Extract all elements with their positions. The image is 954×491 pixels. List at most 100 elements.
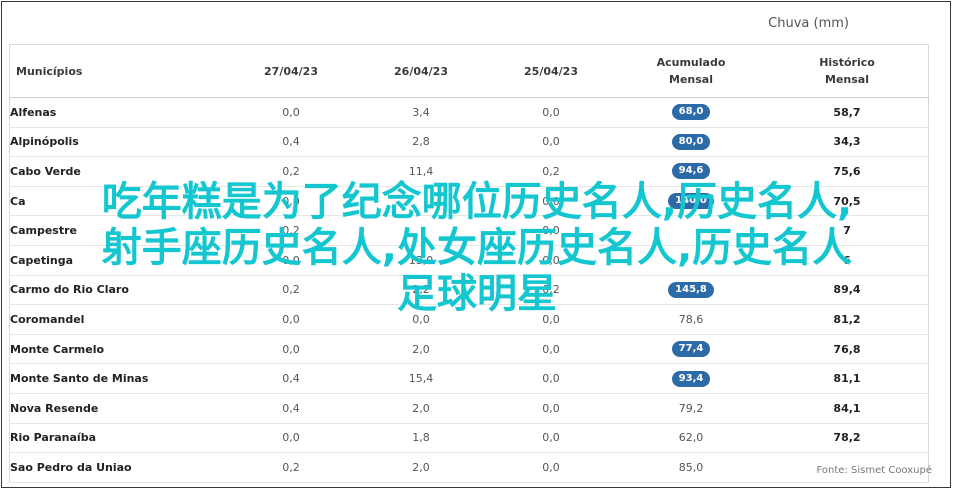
acumulado-badge: 93,4 [671, 370, 711, 387]
date-1-value: 0,2 [282, 460, 300, 474]
acumulado-cell: 80,0 [616, 127, 766, 158]
acumulado-badge: 68,0 [671, 104, 711, 121]
municipio-cell: Sao Pedro da Uniao [9, 452, 226, 483]
table-row: Alpinópolis 0,4 2,8 0,0 80,0 34,3 [9, 127, 929, 158]
acumulado-value: 79,2 [678, 401, 704, 415]
header-date-1: 27/04/23 [226, 44, 356, 98]
date-1-cell: 0,4 [226, 127, 356, 158]
acumulado-cell: 93,4 [616, 363, 766, 394]
historico-value: 76,8 [833, 342, 861, 356]
date-3-cell: 0,0 [486, 334, 616, 365]
date-1-cell: 0,4 [226, 393, 356, 424]
municipio-value: Rio Paranaíba [10, 431, 96, 445]
acumulado-cell: 68,0 [616, 97, 766, 128]
date-2-cell: 2,0 [356, 393, 486, 424]
header-date-2: 26/04/23 [356, 44, 486, 98]
date-2-cell: 3,4 [356, 97, 486, 128]
historico-value: 81,1 [833, 372, 861, 386]
acumulado-cell: 77,4 [616, 334, 766, 365]
date-2-cell: 1,8 [356, 423, 486, 454]
date-2-value: 15,4 [408, 372, 434, 386]
date-1-value: 0,0 [282, 342, 300, 356]
date-2-cell: 2,0 [356, 452, 486, 483]
date-3-value: 0,2 [542, 164, 560, 178]
municipio-cell: Rio Paranaíba [9, 423, 226, 454]
date-2-cell: 15,4 [356, 363, 486, 394]
date-2-value: 3,4 [412, 105, 430, 119]
acumulado-badge: 94,6 [671, 163, 711, 180]
overlay-line-2: 射手座历史名人,处女座历史名人,历史名人 [101, 225, 853, 271]
header-historico: Histórico Mensal [766, 44, 929, 98]
date-1-value: 0,4 [282, 372, 300, 386]
date-3-value: 0,0 [542, 460, 560, 474]
header-acumulado-line2: Mensal [669, 73, 713, 86]
acumulado-badge: 77,4 [671, 341, 711, 358]
date-1-cell: 0,4 [226, 363, 356, 394]
date-2-value: 1,8 [412, 431, 430, 445]
historico-cell: 34,3 [766, 127, 929, 158]
unit-label: Chuva (mm) [768, 16, 849, 31]
date-1-cell: 0,0 [226, 423, 356, 454]
date-1-value: 0,4 [282, 135, 300, 149]
historico-value: 58,7 [833, 105, 861, 119]
date-3-cell: 0,0 [486, 423, 616, 454]
header-historico-line2: Mensal [825, 73, 869, 86]
date-3-value: 0,0 [542, 342, 560, 356]
acumulado-cell: 62,0 [616, 423, 766, 454]
date-1-cell: 0,0 [226, 334, 356, 365]
municipio-cell: Monte Santo de Minas [9, 363, 226, 394]
header-historico-line1: Histórico [819, 56, 875, 69]
overlay-line-1: 吃年糕是为了纪念哪位历史名人,历史名人, [101, 179, 853, 225]
historico-cell: 78,2 [766, 423, 929, 454]
municipio-cell: Nova Resende [9, 393, 226, 424]
date-2-value: 2,8 [412, 135, 430, 149]
municipio-value: Alpinópolis [10, 135, 79, 149]
acumulado-cell: 85,0 [616, 452, 766, 483]
date-1-cell: 0,2 [226, 452, 356, 483]
historico-value: 84,1 [833, 401, 861, 415]
historico-value: 34,3 [833, 135, 861, 149]
historico-value: 78,2 [833, 431, 861, 445]
date-3-value: 0,0 [542, 401, 560, 415]
source-note: Fonte: Sismet Cooxupé [816, 465, 932, 476]
acumulado-value: 62,0 [678, 431, 704, 445]
historico-cell: 76,8 [766, 334, 929, 365]
date-2-value: 2,0 [412, 460, 430, 474]
date-1-value: 0,0 [282, 105, 300, 119]
date-1-value: 0,4 [282, 401, 300, 415]
date-3-cell: 0,0 [486, 127, 616, 158]
overlay-line-3: 足球明星 [397, 271, 557, 317]
municipio-value: Alfenas [10, 105, 57, 119]
table-row: Monte Santo de Minas 0,4 15,4 0,0 93,4 81,1 [9, 363, 929, 394]
municipio-value: Cabo Verde [10, 164, 81, 178]
date-1-cell: 0,0 [226, 97, 356, 128]
municipio-cell: Alfenas [9, 97, 226, 128]
table-row: Nova Resende 0,4 2,0 0,0 79,2 84,1 [9, 393, 929, 424]
header-acumulado: Acumulado Mensal [616, 44, 766, 98]
overlay-caption: 吃年糕是为了纪念哪位历史名人,历史名人, 射手座历史名人,处女座历史名人,历史名… [0, 179, 954, 317]
table-row: Monte Carmelo 0,0 2,0 0,0 77,4 76,8 [9, 334, 929, 365]
municipio-value: Nova Resende [10, 401, 99, 415]
historico-value: 75,6 [833, 164, 861, 178]
header-date-3: 25/04/23 [486, 44, 616, 98]
date-3-value: 0,0 [542, 135, 560, 149]
date-3-cell: 0,0 [486, 97, 616, 128]
table-row: Sao Pedro da Uniao 0,2 2,0 0,0 85,0 [9, 452, 929, 483]
date-3-cell: 0,0 [486, 363, 616, 394]
historico-cell: 58,7 [766, 97, 929, 128]
date-2-value: 2,0 [412, 401, 430, 415]
date-2-value: 11,4 [408, 164, 434, 178]
acumulado-cell: 79,2 [616, 393, 766, 424]
date-2-cell: 2,0 [356, 334, 486, 365]
table-row: Rio Paranaíba 0,0 1,8 0,0 62,0 78,2 [9, 423, 929, 454]
table-row: Alfenas 0,0 3,4 0,0 68,0 58,7 [9, 97, 929, 128]
date-2-cell: 2,8 [356, 127, 486, 158]
municipio-value: Monte Santo de Minas [10, 372, 149, 386]
municipio-cell: Alpinópolis [9, 127, 226, 158]
date-3-cell: 0,0 [486, 393, 616, 424]
header-municipios: Municípios [9, 44, 226, 98]
date-3-value: 0,0 [542, 105, 560, 119]
acumulado-value: 85,0 [678, 460, 704, 474]
historico-cell: 81,1 [766, 363, 929, 394]
historico-cell: 84,1 [766, 393, 929, 424]
